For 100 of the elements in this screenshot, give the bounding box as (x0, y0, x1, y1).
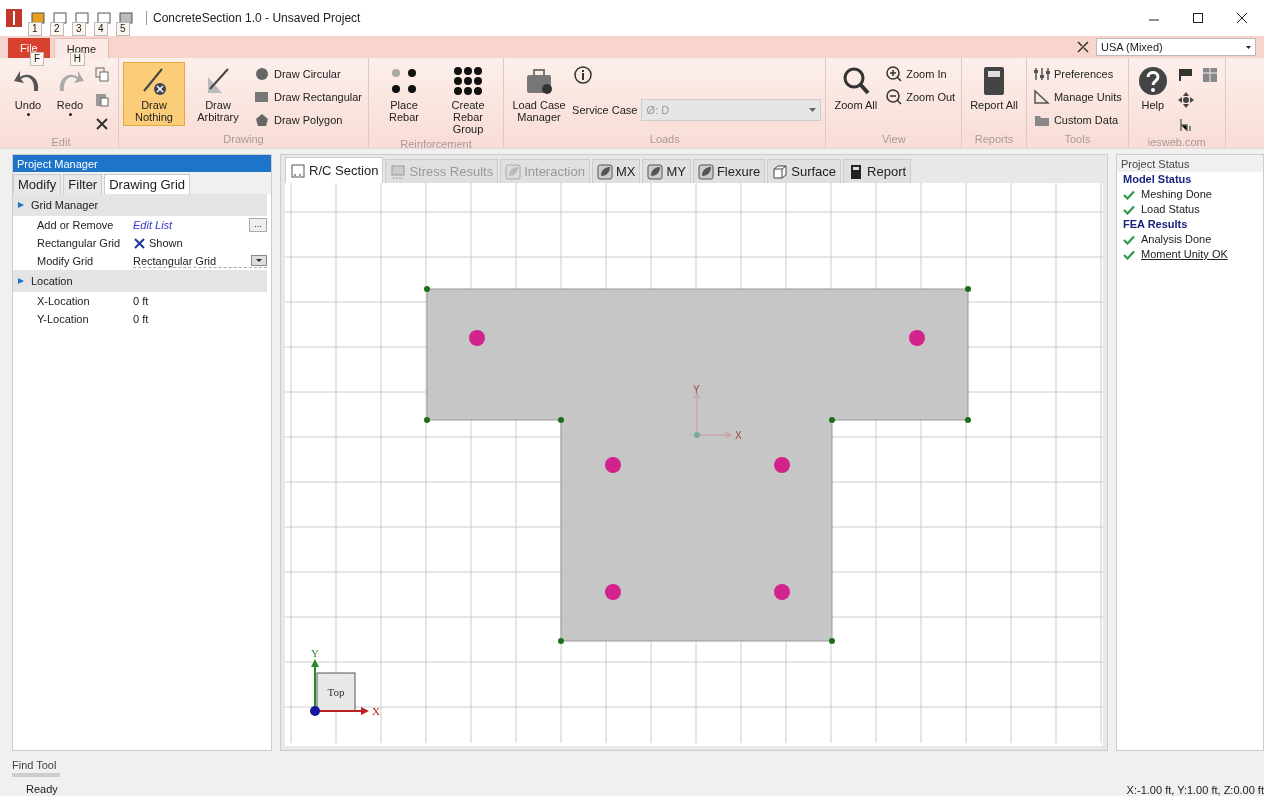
copy-icon (94, 66, 112, 84)
ribbon-button[interactable]: Draw Arbitrary (187, 62, 249, 126)
ribbon-button[interactable]: Zoom Out (883, 87, 958, 107)
checkbox[interactable] (133, 237, 145, 249)
document-tab[interactable]: R/C Section (285, 157, 384, 183)
property-label: Add or Remove (37, 219, 115, 231)
cube-icon (772, 163, 789, 180)
rebar-dot (605, 457, 621, 473)
ribbon-button[interactable]: Report All (966, 62, 1022, 114)
property-label: X-Location (37, 295, 91, 307)
leaf-icon (647, 163, 664, 180)
rebar-dot (469, 330, 485, 346)
close-icon[interactable] (1236, 12, 1248, 24)
ribbon-button[interactable]: Draw Nothing (123, 62, 185, 126)
ribbon-button[interactable]: Draw Rectangular (251, 87, 365, 107)
ribbon-button[interactable]: Zoom All (830, 62, 882, 114)
status-text: Meshing Done (1141, 187, 1212, 202)
table-icon (390, 163, 407, 180)
keytip: 3 (72, 22, 86, 36)
panel-tab[interactable]: Modify (13, 174, 62, 194)
ribbon-button[interactable]: Load Case Manager (508, 62, 571, 126)
units-dropdown[interactable]: USA (Mixed) (1096, 38, 1256, 56)
ribbon-button[interactable]: Draw Circular (251, 64, 365, 84)
ribbon-button[interactable]: Create Rebar Group (437, 62, 500, 138)
field-label: Service Case (572, 104, 638, 116)
group-label: Drawing (223, 133, 264, 145)
panel-tab[interactable]: Filter (63, 174, 103, 194)
zoom-out-icon (885, 88, 904, 106)
status-link[interactable]: Moment Unity OK (1141, 247, 1228, 262)
ribbon-button[interactable]: Help (1132, 62, 1173, 114)
polygon-icon (253, 111, 271, 129)
ribbon-button[interactable]: Preferences (1030, 64, 1124, 84)
panel-title: Project Status (1121, 157, 1190, 170)
document-tab[interactable]: MX (591, 159, 641, 183)
property-label: Rectangular Grid (37, 237, 122, 249)
vertex-dot (424, 286, 430, 292)
panel-title: Project Manager (17, 157, 98, 170)
maximize-icon[interactable] (1192, 12, 1204, 24)
property-value: 0 ft (133, 295, 149, 307)
category-label: Location (31, 275, 73, 287)
find-tool-label[interactable]: Find Tool (12, 759, 57, 771)
window-icon[interactable] (52, 10, 68, 26)
rebar-dot (909, 330, 925, 346)
ribbon-button[interactable]: Manage Units (1030, 87, 1124, 107)
property-label: Y-Location (37, 313, 90, 325)
axis-label: Y (311, 647, 319, 659)
vertex-dot (829, 417, 835, 423)
keytip: 5 (116, 22, 130, 36)
ribbon-button[interactable]: Draw Polygon (251, 110, 365, 130)
origin-dot (310, 706, 320, 716)
paste-icon (94, 91, 112, 109)
folder-icon[interactable] (30, 10, 46, 26)
edit-list-link[interactable]: Edit List (133, 219, 173, 231)
app-logo-icon (6, 9, 22, 27)
save-icon[interactable] (74, 10, 90, 26)
dropdown-arrow-icon (809, 108, 817, 112)
grid-dropdown[interactable]: Rectangular Grid (133, 254, 267, 268)
view-cube[interactable] (316, 672, 356, 712)
document-tab[interactable]: Surface (767, 159, 842, 183)
property-label: Modify Grid (37, 255, 95, 267)
property-value: Shown (149, 237, 183, 249)
category-label: Grid Manager (31, 199, 99, 211)
panel-tab[interactable]: Drawing Grid (104, 174, 191, 194)
ribbon-button[interactable]: Custom Data (1030, 110, 1124, 130)
leaf-icon (505, 163, 522, 180)
leaf-icon (596, 163, 613, 180)
section-heading: FEA Results (1123, 218, 1188, 230)
property-value: 0 ft (133, 313, 149, 325)
circle-icon (253, 65, 271, 83)
group-label: Tools (1064, 133, 1091, 145)
print-icon[interactable] (118, 10, 134, 26)
group-label: View (882, 133, 906, 145)
origin-dot (694, 432, 700, 438)
keytip: 2 (50, 22, 64, 36)
document-tab[interactable]: MY (642, 159, 691, 183)
triangle-icon[interactable] (17, 277, 25, 285)
rebar-dot (774, 584, 790, 600)
flag-icon (1176, 66, 1195, 84)
status-text: Analysis Done (1141, 232, 1212, 247)
undo-icon[interactable] (96, 10, 112, 26)
move-icon (1176, 91, 1195, 109)
frame-icon (290, 162, 306, 179)
triangle-icon[interactable] (17, 201, 25, 209)
section-heading: Model Status (1123, 173, 1192, 185)
ribbon-button[interactable]: Zoom In (883, 64, 958, 84)
ellipsis-button[interactable]: ... (249, 218, 267, 232)
group-label: Loads (649, 133, 680, 145)
leaf-icon (697, 163, 714, 180)
window-title: ConcreteSection 1.0 - Unsaved Project (146, 11, 361, 25)
dot-grid-icon (452, 65, 485, 97)
keytip: 1 (28, 22, 42, 36)
vertex-dot (558, 417, 564, 423)
document-tab[interactable]: Report (843, 159, 912, 183)
ribbon-button[interactable]: Place Rebar (373, 62, 436, 126)
panel-icon (1200, 66, 1219, 84)
vertex-dot (829, 638, 835, 644)
axis-label: X (735, 430, 742, 441)
document-tab[interactable]: Flexure (692, 159, 766, 183)
ruler-icon (1032, 88, 1051, 106)
dropdown-arrow-icon (1246, 45, 1251, 49)
